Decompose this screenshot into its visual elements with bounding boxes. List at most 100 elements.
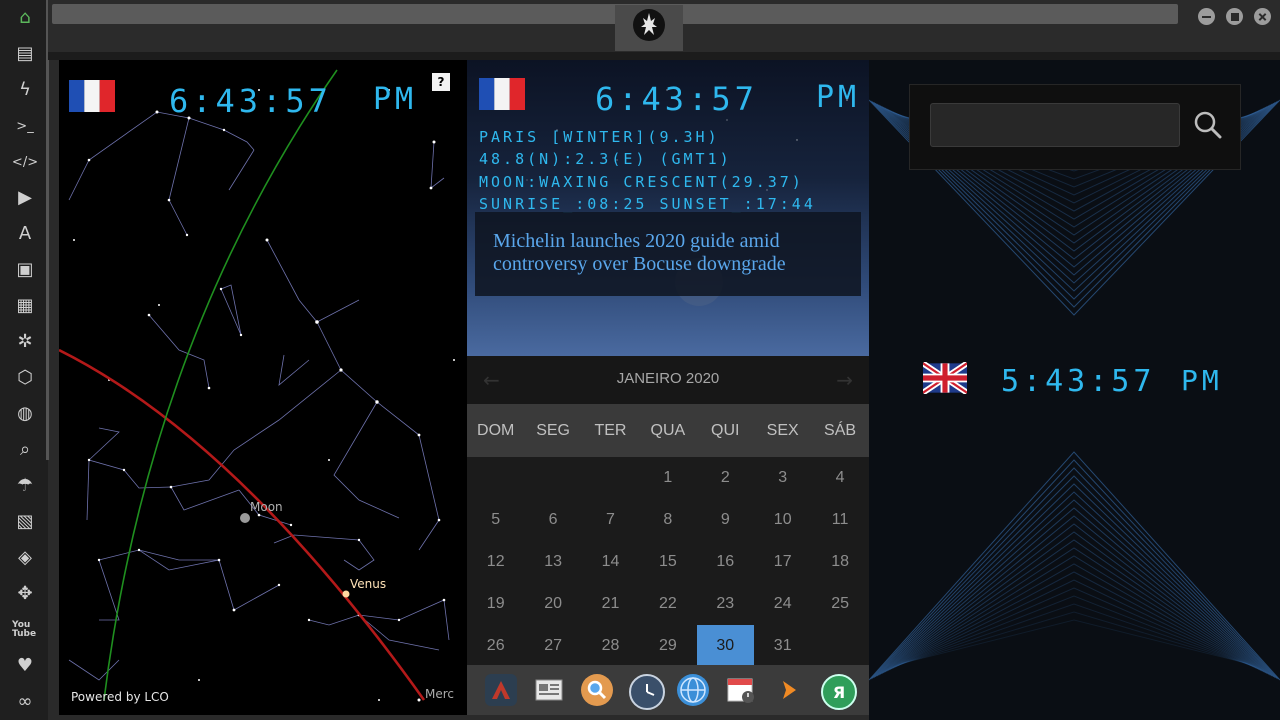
news-icon[interactable]: ▦ — [12, 293, 38, 319]
fullscreen-icon[interactable]: ✥ — [12, 581, 38, 607]
hexagon-icon[interactable]: ⬡ — [12, 365, 38, 391]
calendar-day[interactable]: 14 — [582, 541, 639, 583]
rebel-alliance-icon — [633, 9, 665, 41]
calendar-day[interactable]: 6 — [524, 499, 581, 541]
paris-clock-ampm: PM — [373, 82, 418, 117]
calendar-day[interactable]: 29 — [639, 625, 696, 667]
calendar-day[interactable]: 7 — [582, 499, 639, 541]
play-icon[interactable]: ▶ — [12, 185, 38, 211]
top-bar — [48, 0, 1280, 58]
calendar-day-today[interactable]: 30 — [696, 625, 754, 667]
calendar-day[interactable]: 21 — [582, 583, 639, 625]
weekday-label: TER — [594, 422, 627, 439]
help-button[interactable]: ? — [432, 73, 450, 91]
search-button[interactable] — [1190, 107, 1226, 143]
globe-app-icon[interactable] — [677, 674, 709, 706]
weekday-label: QUA — [650, 422, 686, 439]
contact-icon[interactable]: ▧ — [12, 509, 38, 535]
calendar-next-button[interactable]: → — [836, 368, 853, 392]
home-icon[interactable]: ⌂ — [12, 5, 38, 31]
news-box[interactable]: Michelin launches 2020 guide amid contro… — [475, 212, 861, 296]
calendar-day[interactable]: 2 — [697, 457, 754, 499]
document-icon[interactable]: ▤ — [12, 41, 38, 67]
calendar-day[interactable]: 12 — [467, 541, 524, 583]
calendar-day[interactable]: 22 — [639, 583, 696, 625]
calendar-day[interactable]: 11 — [811, 499, 868, 541]
calendar-grid: 1 2 3 4 5 6 7 8 9 10 11 12 13 14 15 16 17 18 19 20 21 22 23 24 2… — [467, 457, 869, 667]
search-input[interactable] — [930, 103, 1180, 147]
calendar-day — [524, 457, 581, 499]
heart-icon[interactable]: ♥ — [12, 653, 38, 679]
calendar-day — [467, 457, 524, 499]
terminal-icon[interactable]: >_ — [12, 113, 38, 139]
translate-icon[interactable]: A — [12, 221, 38, 247]
youtube-icon[interactable]: You Tube — [12, 617, 38, 643]
calendar-day[interactable]: 24 — [754, 583, 811, 625]
london-ampm: PM — [1181, 364, 1223, 397]
paris-time: 6:43:57 — [595, 80, 758, 118]
uk-flag-icon — [923, 362, 967, 394]
calendar-day — [811, 625, 868, 667]
paris-clock-time: 6:43:57 — [169, 82, 332, 120]
calendar-day[interactable]: 9 — [697, 499, 754, 541]
minimize-button[interactable] — [1198, 8, 1215, 25]
calendar-day[interactable]: 8 — [639, 499, 696, 541]
calendar-day[interactable]: 16 — [697, 541, 754, 583]
search-icon — [1194, 111, 1222, 139]
calendar-title: JANEIRO 2020 — [616, 370, 720, 387]
calendar-header: ← JANEIRO 2020 → — [467, 356, 869, 404]
calendar-day[interactable]: 23 — [697, 583, 754, 625]
calendar-day[interactable]: 5 — [467, 499, 524, 541]
calendar-weekdays: DOM SEG TER QUA QUI SEX SÁB — [467, 404, 869, 457]
moon-phase-line: MOON:WAXING CRESCENT(29.37) — [479, 173, 804, 191]
calendar-day[interactable]: 10 — [754, 499, 811, 541]
yandex-icon[interactable]: Я — [821, 674, 857, 710]
weekday-label: SEG — [536, 422, 570, 439]
calendar-day[interactable]: 20 — [524, 583, 581, 625]
calendar-day[interactable]: 17 — [754, 541, 811, 583]
calendar-day[interactable]: 13 — [524, 541, 581, 583]
calendar-day[interactable]: 1 — [639, 457, 696, 499]
lightning-icon[interactable]: ϟ — [12, 77, 38, 103]
calendar-day[interactable]: 4 — [811, 457, 868, 499]
star-map-panel[interactable]: 6:43:57 PM ? Moon Venus Merc Powered by … — [59, 60, 467, 715]
search-box — [909, 84, 1241, 170]
image-icon[interactable]: ▣ — [12, 257, 38, 283]
calendar-day[interactable]: 15 — [639, 541, 696, 583]
sidebar-scrollbar[interactable] — [46, 0, 49, 460]
newspaper-icon[interactable] — [533, 674, 565, 706]
powered-by-label: Powered by LCO — [71, 690, 169, 704]
weekday-label: QUI — [711, 422, 740, 439]
link-icon[interactable]: ◈ — [12, 545, 38, 571]
cloud-icon[interactable]: ∞ — [12, 689, 38, 715]
moon-label: Moon — [250, 500, 283, 514]
code-icon[interactable]: </> — [12, 149, 38, 175]
sunrise-sunset-line: SUNRISE_:08:25 SUNSET_:17:44 — [479, 195, 816, 213]
city-info-line: PARIS [WINTER](9.3H) — [479, 128, 720, 146]
calendar-day[interactable]: 28 — [582, 625, 639, 667]
umbrella-icon[interactable]: ☂ — [12, 473, 38, 499]
calendar-day[interactable]: 3 — [754, 457, 811, 499]
calendar-day[interactable]: 25 — [811, 583, 868, 625]
close-button[interactable] — [1254, 8, 1271, 25]
search-icon[interactable]: ⌕ — [12, 437, 38, 463]
calendar-day[interactable]: 26 — [467, 625, 524, 667]
calendar-day[interactable]: 27 — [524, 625, 581, 667]
search-app-icon[interactable] — [581, 674, 613, 706]
calendar-day[interactable]: 18 — [811, 541, 868, 583]
left-sidebar: ⌂ ▤ ϟ >_ </> ▶ A ▣ ▦ ✲ ⬡ ◍ ⌕ ☂ ▧ ◈ ✥ You Tube ♥ ∞ — [0, 0, 49, 720]
maximize-button[interactable] — [1226, 8, 1243, 25]
globe-icon[interactable]: ◍ — [12, 401, 38, 427]
play-arrow-icon[interactable] — [773, 674, 805, 706]
clock-icon[interactable] — [629, 674, 665, 710]
calendar-day[interactable]: 31 — [754, 625, 811, 667]
paris-ampm: PM — [816, 80, 861, 115]
calendar-app-icon[interactable] — [725, 674, 757, 706]
calendar-day — [582, 457, 639, 499]
app-a-icon[interactable] — [485, 674, 517, 706]
logo-tab[interactable] — [615, 5, 683, 51]
settings-icon[interactable]: ✲ — [12, 329, 38, 355]
news-headline[interactable]: Michelin launches 2020 guide amid contro… — [493, 230, 853, 276]
france-flag-icon — [479, 78, 525, 110]
calendar-day[interactable]: 19 — [467, 583, 524, 625]
